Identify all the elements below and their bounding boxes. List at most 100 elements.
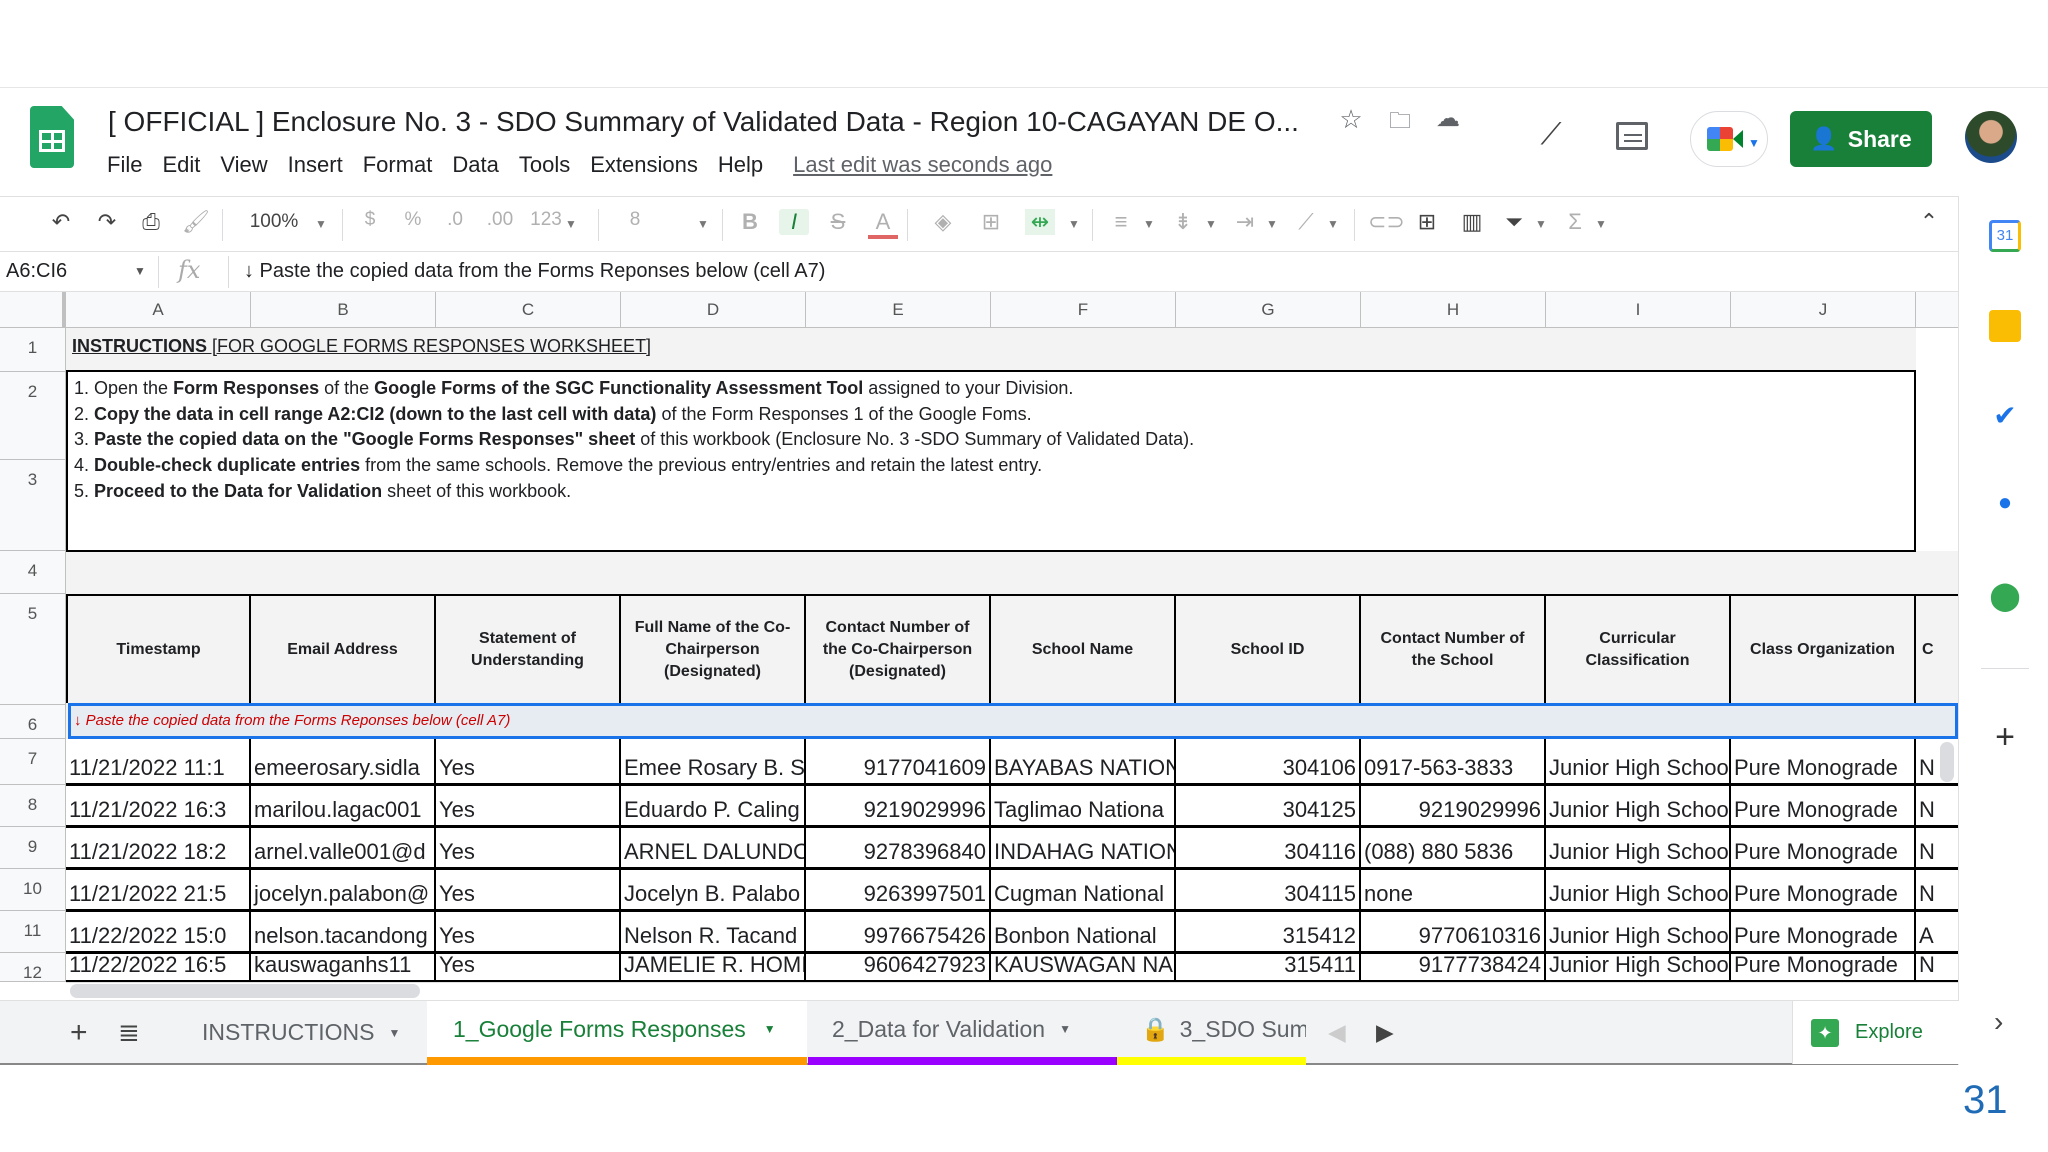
table-cell[interactable]: 304116: [1176, 827, 1361, 869]
last-edit-link[interactable]: Last edit was seconds ago: [793, 152, 1052, 178]
column-header-f[interactable]: F: [991, 292, 1176, 328]
more-formats-button[interactable]: 123: [526, 209, 566, 231]
table-cell[interactable]: Jocelyn B. Palabo: [621, 869, 806, 911]
column-header-h[interactable]: H: [1361, 292, 1546, 328]
row-header-6[interactable]: 6: [0, 705, 66, 739]
keep-icon[interactable]: [1989, 310, 2021, 342]
maps-icon[interactable]: ⬤: [1989, 579, 2021, 611]
table-cell[interactable]: Pure Monograde: [1731, 869, 1916, 911]
increase-decimal-button[interactable]: .00: [485, 209, 515, 231]
tab-sdo-summary[interactable]: 🔒 3_SDO Sum: [1117, 1001, 1306, 1065]
text-rotation-icon[interactable]: ⟋: [1291, 209, 1321, 235]
row-header-9[interactable]: 9: [0, 827, 66, 869]
table-cell[interactable]: Nelson R. Tacand: [621, 911, 806, 953]
row-header-8[interactable]: 8: [0, 785, 66, 827]
row-header-7[interactable]: 7: [0, 739, 66, 785]
chevron-down-icon[interactable]: ▼: [1067, 217, 1081, 231]
font-size-field[interactable]: 8: [620, 209, 650, 231]
table-cell[interactable]: A: [1916, 911, 1946, 953]
table-cell[interactable]: JAMELIE R. HOMI: [621, 953, 806, 982]
meet-button[interactable]: ▼: [1690, 111, 1768, 167]
calendar-icon[interactable]: 31: [1989, 220, 2021, 252]
table-cell[interactable]: 315412: [1176, 911, 1361, 953]
table-cell[interactable]: INDAHAG NATION: [991, 827, 1176, 869]
menu-help[interactable]: Help: [718, 152, 763, 178]
menu-tools[interactable]: Tools: [519, 152, 570, 178]
table-cell[interactable]: Junior High Schoo: [1546, 739, 1731, 785]
italic-button[interactable]: I: [779, 209, 809, 235]
chevron-down-icon[interactable]: ▼: [1265, 217, 1279, 231]
column-header-c[interactable]: C: [436, 292, 621, 328]
vertical-align-icon[interactable]: ⇟: [1168, 209, 1198, 235]
table-cell[interactable]: 9177738424: [1361, 953, 1546, 982]
column-header-g[interactable]: G: [1176, 292, 1361, 328]
table-cell[interactable]: Pure Monograde: [1731, 827, 1916, 869]
formula-input[interactable]: ↓ Paste the copied data from the Forms R…: [244, 260, 825, 283]
table-cell[interactable]: Yes: [436, 827, 621, 869]
scroll-tabs-right-icon[interactable]: ▶: [1376, 1001, 1394, 1064]
add-sheet-icon[interactable]: +: [70, 1001, 88, 1064]
table-cell[interactable]: Cugman National: [991, 869, 1176, 911]
fill-color-icon[interactable]: ◈: [928, 209, 958, 235]
decrease-decimal-button[interactable]: .0: [440, 209, 470, 231]
undo-icon[interactable]: ↶: [46, 209, 76, 235]
bold-button[interactable]: B: [735, 209, 765, 235]
table-cell[interactable]: 315411: [1176, 953, 1361, 982]
contacts-icon[interactable]: ●: [1989, 489, 2021, 521]
insert-chart-icon[interactable]: ▥: [1457, 209, 1487, 235]
table-cell[interactable]: BAYABAS NATION: [991, 739, 1176, 785]
menu-extensions[interactable]: Extensions: [590, 152, 698, 178]
table-cell[interactable]: (088) 880 5836: [1361, 827, 1546, 869]
chevron-down-icon[interactable]: ▼: [1534, 217, 1548, 231]
table-cell[interactable]: 11/21/2022 11:1: [66, 739, 251, 785]
table-cell[interactable]: ARNEL DALUNDO: [621, 827, 806, 869]
table-cell[interactable]: Yes: [436, 953, 621, 982]
table-cell[interactable]: none: [1361, 869, 1546, 911]
column-header-i[interactable]: I: [1546, 292, 1731, 328]
zoom-select[interactable]: 100%: [244, 211, 304, 233]
name-box[interactable]: A6:CI6: [6, 260, 67, 283]
spreadsheet-grid[interactable]: A B C D E F G H I J 1 2 3 4 5 6 7 8 9 10 11 12 INSTRUCTIONS [F…: [0, 292, 1958, 1000]
collapse-menus-icon[interactable]: ⌃: [1914, 209, 1944, 235]
table-cell[interactable]: 304115: [1176, 869, 1361, 911]
table-cell[interactable]: Pure Monograde: [1731, 953, 1916, 982]
table-cell[interactable]: 11/22/2022 16:5: [66, 953, 251, 982]
horizontal-scrollbar-thumb[interactable]: [70, 984, 420, 998]
chevron-down-icon[interactable]: ▼: [389, 1026, 401, 1040]
sheets-logo-icon[interactable]: [30, 106, 74, 168]
chevron-down-icon[interactable]: ▼: [314, 217, 328, 231]
table-cell[interactable]: 9219029996: [806, 785, 991, 827]
menu-data[interactable]: Data: [452, 152, 498, 178]
tab-google-forms-responses[interactable]: 1_Google Forms Responses ▼: [427, 1001, 807, 1065]
table-cell[interactable]: Junior High Schoo: [1546, 953, 1731, 982]
table-cell[interactable]: 9606427923: [806, 953, 991, 982]
row-header-3[interactable]: 3: [0, 460, 66, 551]
horizontal-align-icon[interactable]: ≡: [1106, 209, 1136, 235]
table-cell[interactable]: Pure Monograde: [1731, 911, 1916, 953]
chevron-down-icon[interactable]: ▼: [134, 264, 146, 278]
table-cell[interactable]: Pure Monograde: [1731, 739, 1916, 785]
expand-side-panel-icon[interactable]: ›: [1994, 1006, 2003, 1038]
table-cell[interactable]: Yes: [436, 869, 621, 911]
table-cell[interactable]: Junior High Schoo: [1546, 785, 1731, 827]
menu-format[interactable]: Format: [363, 152, 433, 178]
merge-cells-icon[interactable]: ⇹: [1025, 209, 1055, 235]
text-color-button[interactable]: A: [868, 209, 898, 239]
column-header-k[interactable]: [1916, 292, 1958, 328]
row-header-2[interactable]: 2: [0, 372, 66, 460]
move-folder-icon[interactable]: 🗀: [1382, 104, 1418, 142]
table-cell[interactable]: 11/22/2022 15:0: [66, 911, 251, 953]
filter-icon[interactable]: ⏷: [1499, 209, 1529, 235]
chevron-down-icon[interactable]: ▼: [1059, 1022, 1071, 1036]
functions-button[interactable]: Σ: [1560, 209, 1590, 235]
redo-icon[interactable]: ↷: [92, 209, 122, 235]
table-cell[interactable]: emeerosary.sidla: [251, 739, 436, 785]
table-cell[interactable]: Eduardo P. Caling: [621, 785, 806, 827]
table-cell[interactable]: N: [1916, 953, 1946, 982]
row-header-12[interactable]: 12: [0, 953, 66, 982]
row-header-11[interactable]: 11: [0, 911, 66, 953]
table-cell[interactable]: Junior High Schoo: [1546, 911, 1731, 953]
table-cell[interactable]: KAUSWAGAN NA: [991, 953, 1176, 982]
column-header-a[interactable]: A: [66, 292, 251, 328]
table-cell[interactable]: 9278396840: [806, 827, 991, 869]
